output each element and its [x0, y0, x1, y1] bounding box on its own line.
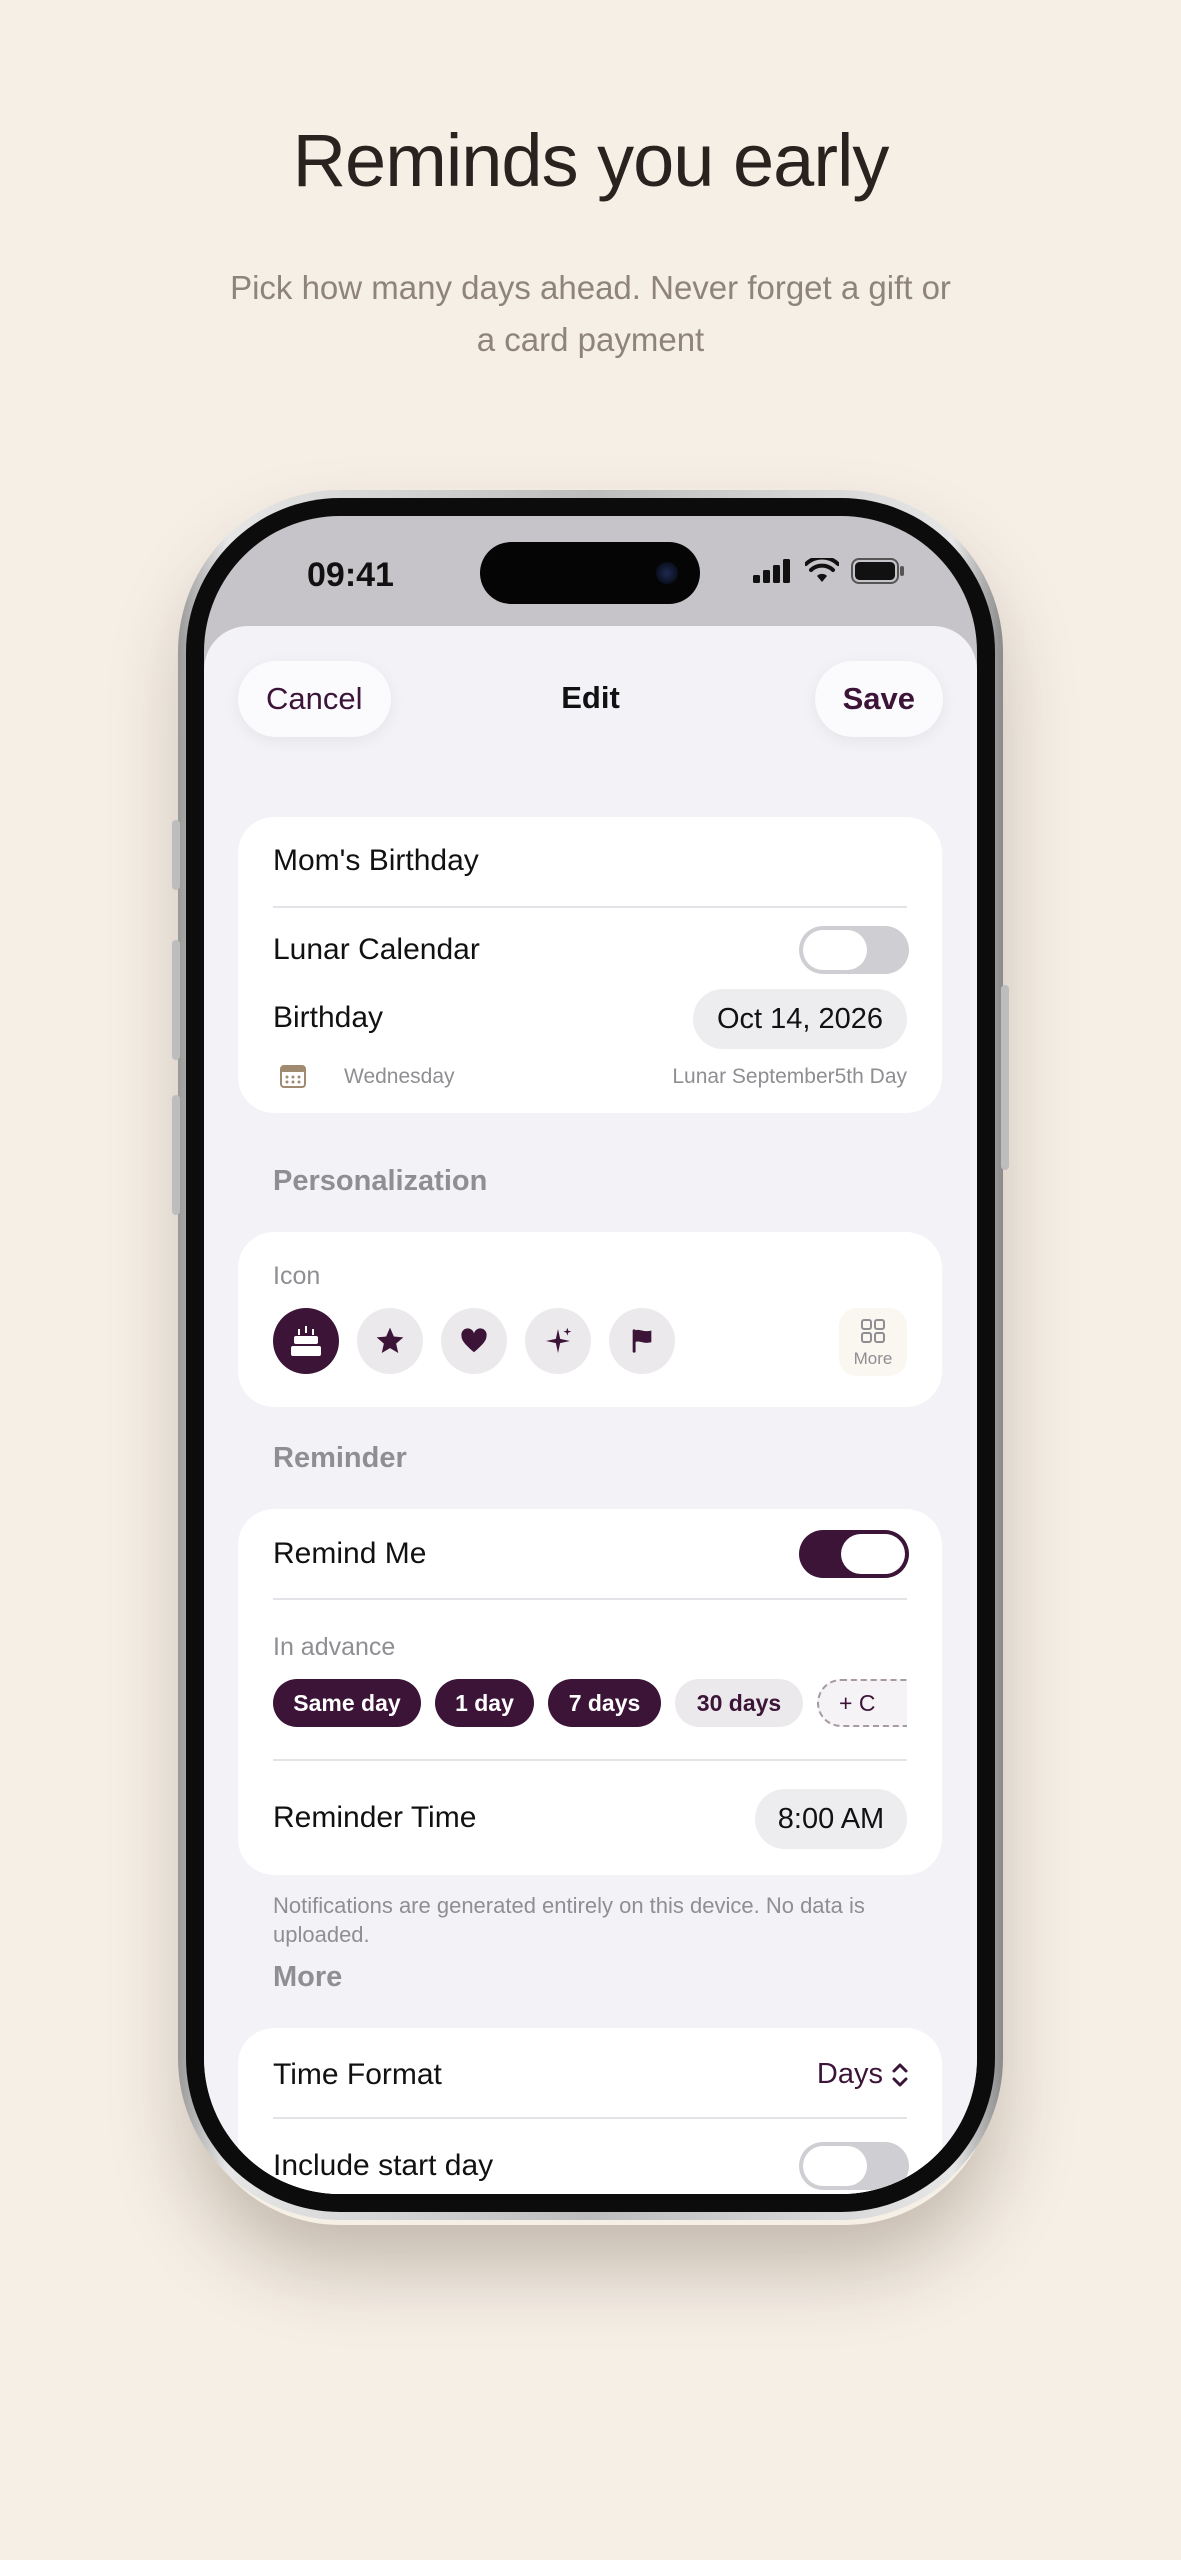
reminder-time-label: Reminder Time: [273, 1801, 477, 1834]
more-header: More: [273, 1961, 343, 1993]
time-format-label: Time Format: [273, 2058, 442, 2091]
grid-icon: [861, 1319, 885, 1343]
save-label: Save: [842, 681, 915, 716]
heart-icon: [461, 1328, 487, 1353]
chip-label: 30 days: [696, 1689, 782, 1716]
date-value: Oct 14, 2026: [716, 1002, 884, 1035]
volume-up-button: [172, 940, 180, 1060]
time-format-value: Days: [816, 2058, 883, 2090]
divider: [273, 2117, 907, 2119]
time-format-picker[interactable]: Days: [817, 2058, 909, 2091]
reminder-card: Remind Me In advance Same day 1 day 7 da…: [238, 1509, 942, 1875]
lunar-calendar-label: Lunar Calendar: [273, 933, 480, 966]
sparkles-icon: [546, 1327, 572, 1353]
star-icon: [376, 1327, 404, 1353]
include-start-day-label: Include start day: [273, 2149, 494, 2182]
flag-icon: [632, 1329, 652, 1353]
dynamic-island: [480, 542, 700, 604]
volume-down-button: [172, 1095, 180, 1215]
personalization-card: Icon More: [238, 1232, 942, 1407]
power-button: [1001, 985, 1009, 1170]
lunar-date-text: Lunar September5th Day: [672, 1065, 907, 1088]
cellular-signal-icon: [753, 559, 790, 583]
icon-option-cake[interactable]: [273, 1308, 339, 1374]
details-card: Mom's Birthday Lunar Calendar Birthday O…: [238, 817, 942, 1113]
include-start-day-toggle[interactable]: [799, 2142, 909, 2190]
status-time: 09:41: [307, 556, 394, 594]
promo-subline: Pick how many days ahead. Never forget a…: [230, 269, 951, 358]
icon-option-flag[interactable]: [609, 1308, 675, 1374]
advance-chips-row: Same day 1 day 7 days 30 days + C: [273, 1509, 907, 1739]
cake-icon: [291, 1326, 321, 1356]
more-icons-label: More: [853, 1349, 893, 1368]
divider: [273, 1759, 907, 1761]
chip-1-day[interactable]: 1 day: [435, 1679, 534, 1727]
name-input[interactable]: Mom's Birthday: [273, 844, 479, 878]
chip-30-days[interactable]: 30 days: [675, 1679, 803, 1727]
calendar-icon: [280, 1065, 306, 1088]
privacy-footnote: Notifications are generated entirely on …: [273, 1893, 865, 1947]
chip-same-day[interactable]: Same day: [273, 1679, 421, 1727]
wifi-icon: [805, 558, 839, 582]
chip-label: 1 day: [455, 1689, 514, 1716]
chip-7-days[interactable]: 7 days: [548, 1679, 661, 1727]
action-button: [172, 820, 180, 890]
status-icons: [753, 558, 905, 584]
chip-label: + C: [839, 1689, 876, 1716]
lunar-calendar-toggle[interactable]: [799, 926, 909, 974]
toggle-knob: [803, 930, 867, 970]
reminder-time-button[interactable]: 8:00 AM: [755, 1789, 907, 1849]
more-card: Time Format Days Include start day: [238, 2028, 942, 2194]
phone-screen: 09:41 Cancel Edit Save Mom's Birthday Lu…: [204, 516, 977, 2194]
icon-option-sparkles[interactable]: [525, 1308, 591, 1374]
icon-label: Icon: [273, 1262, 321, 1290]
camera-icon: [656, 562, 678, 584]
edit-sheet: Cancel Edit Save Mom's Birthday Lunar Ca…: [204, 626, 977, 2194]
icon-option-heart[interactable]: [441, 1308, 507, 1374]
chip-custom[interactable]: + C: [817, 1679, 907, 1727]
reminder-header: Reminder: [273, 1442, 407, 1474]
reminder-time-value: 8:00 AM: [777, 1802, 885, 1835]
weekday-text: Wednesday: [344, 1065, 455, 1088]
save-button[interactable]: Save: [814, 661, 943, 737]
toggle-knob: [803, 2146, 867, 2186]
personalization-header: Personalization: [273, 1165, 488, 1197]
promo-headline: Reminds you early: [292, 119, 890, 202]
chip-label: 7 days: [568, 1689, 641, 1716]
more-icons-button[interactable]: More: [839, 1308, 907, 1376]
divider: [273, 906, 907, 908]
chip-label: Same day: [293, 1689, 401, 1716]
chevron-up-down-icon: [892, 2063, 908, 2086]
date-label: Birthday: [273, 1001, 384, 1034]
battery-icon: [851, 558, 904, 584]
icon-option-star[interactable]: [357, 1308, 423, 1374]
date-picker-button[interactable]: Oct 14, 2026: [693, 989, 907, 1049]
